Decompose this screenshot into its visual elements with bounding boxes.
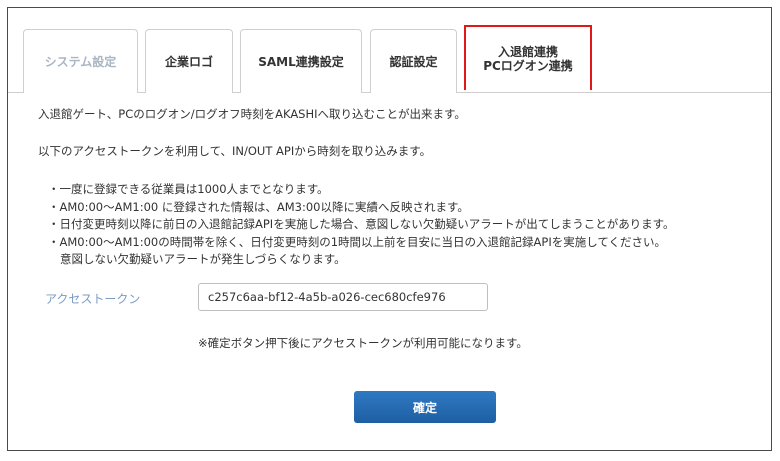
tab-label-line1: 入退館連携 [497, 44, 558, 59]
tab-auth-settings[interactable]: 認証設定 [370, 29, 457, 93]
note-item: 意図しない欠勤疑いアラートが発生しづらくなります。 [60, 252, 346, 266]
tab-label: 認証設定 [389, 55, 438, 69]
token-hint: ※確定ボタン押下後にアクセストークンが利用可能になります。 [198, 336, 528, 350]
notes-list: ・一度に登録できる従業員は1000人までとなります。 ・AM0:00～AM1:0… [48, 181, 675, 269]
tab-entry-pc-logon[interactable]: 入退館連携 PCログオン連携 [464, 25, 592, 90]
tab-label: 企業ロゴ [164, 55, 213, 69]
tab-system-settings[interactable]: システム設定 [23, 29, 138, 93]
access-token-label: アクセストークン [45, 292, 141, 306]
confirm-button[interactable]: 確定 [354, 391, 496, 423]
note-item: ・AM0:00～AM1:00の時間帯を除く、日付変更時刻の1時間以上前を目安に当… [48, 234, 667, 249]
tab-company-logo[interactable]: 企業ロゴ [145, 29, 233, 93]
note-item: ・AM0:00～AM1:00 に登録された情報は、AM3:00以降に実績へ反映さ… [48, 199, 469, 214]
tab-label: システム設定 [44, 55, 117, 69]
tab-saml-settings[interactable]: SAML連携設定 [240, 29, 362, 93]
tab-bar: システム設定 企業ロゴ SAML連携設定 認証設定 入退館連携 PCログオン連携 [8, 8, 771, 93]
tab-label-line2: PCログオン連携 [483, 58, 573, 73]
access-token-input[interactable] [198, 283, 488, 311]
note-item: ・一度に登録できる従業員は1000人までとなります。 [48, 182, 329, 196]
intro-text-2: 以下のアクセストークンを利用して、IN/OUT APIから時刻を取り込みます。 [38, 144, 432, 158]
intro-text-1: 入退館ゲート、PCのログオン/ログオフ時刻をAKASHIへ取り込むことが出来ます… [38, 107, 466, 121]
tab-label: SAML連携設定 [258, 55, 344, 69]
settings-panel: システム設定 企業ロゴ SAML連携設定 認証設定 入退館連携 PCログオン連携… [7, 7, 772, 451]
note-item: ・日付変更時刻以降に前日の入退館記録APIを実施した場合、意図しない欠勤疑いアラ… [48, 217, 675, 231]
